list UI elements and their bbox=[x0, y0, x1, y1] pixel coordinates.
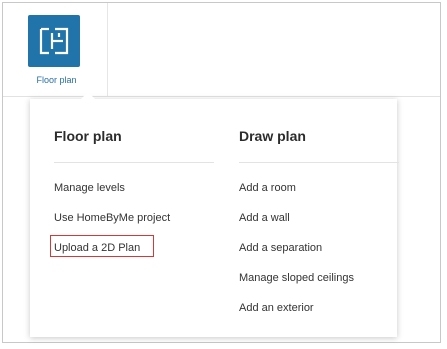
dropdown-caret bbox=[80, 92, 96, 100]
floor-plan-label: Floor plan bbox=[36, 75, 77, 85]
floor-plan-icon bbox=[28, 15, 80, 67]
highlight-box bbox=[50, 235, 154, 257]
divider bbox=[54, 162, 214, 163]
toolbar: Floor plan bbox=[3, 3, 440, 97]
floor-plan-dropdown: Floor plan Manage levels Use HomeByMe pr… bbox=[30, 92, 399, 337]
menu-item-add-exterior[interactable]: Add an exterior bbox=[239, 301, 314, 315]
app-frame: Floor plan Floor plan Manage levels Use … bbox=[2, 2, 441, 343]
menu-item-add-wall[interactable]: Add a wall bbox=[239, 211, 290, 225]
column-title-draw-plan: Draw plan bbox=[239, 128, 306, 144]
menu-item-use-homebyme-project[interactable]: Use HomeByMe project bbox=[54, 211, 170, 225]
menu-item-add-separation[interactable]: Add a separation bbox=[239, 241, 322, 255]
floor-plan-button[interactable]: Floor plan bbox=[6, 3, 108, 96]
divider bbox=[239, 162, 399, 163]
column-title-floor-plan: Floor plan bbox=[54, 128, 122, 144]
menu-item-add-room[interactable]: Add a room bbox=[239, 181, 296, 195]
menu-item-manage-levels[interactable]: Manage levels bbox=[54, 181, 125, 195]
menu-item-manage-sloped-ceilings[interactable]: Manage sloped ceilings bbox=[239, 271, 354, 285]
